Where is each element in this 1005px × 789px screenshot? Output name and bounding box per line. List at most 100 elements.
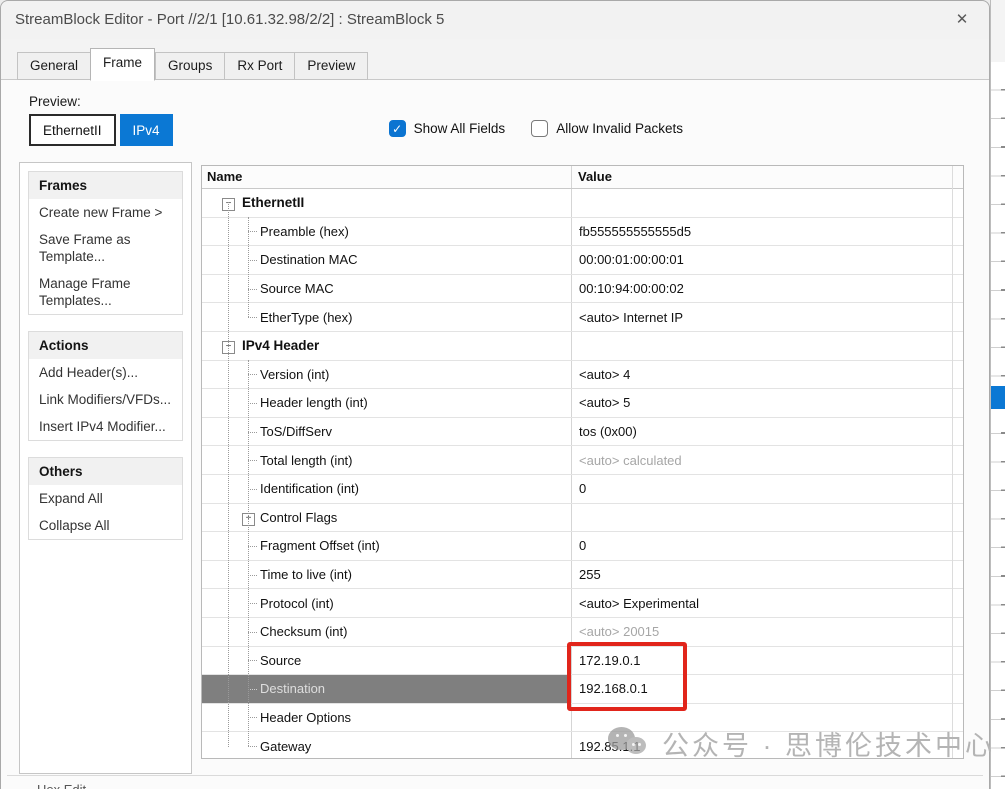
ethernetii-button[interactable]: EthernetII [29, 114, 116, 146]
field-name[interactable]: Protocol (int) [202, 589, 572, 617]
table-row[interactable]: Header length (int)<auto> 5 [202, 389, 963, 418]
sidebar-item-insert-ipv4-modifier[interactable]: Insert IPv4 Modifier... [29, 413, 182, 440]
field-value[interactable]: 255 [572, 561, 963, 589]
sidebar-item-manage-frame-templates[interactable]: Manage Frame Templates... [29, 270, 182, 314]
field-name[interactable]: +Control Flags [202, 504, 572, 532]
field-value[interactable]: <auto> calculated [572, 446, 963, 474]
table-row[interactable]: Time to live (int)255 [202, 561, 963, 590]
field-name[interactable]: Total length (int) [202, 446, 572, 474]
tab-frame[interactable]: Frame [90, 48, 155, 81]
close-icon[interactable]: ✕ [951, 9, 973, 31]
show-all-fields-checkbox[interactable]: ✓ [389, 120, 406, 137]
allow-invalid-packets-option[interactable]: ✓ Allow Invalid Packets [531, 120, 683, 137]
field-name[interactable]: Source MAC [202, 275, 572, 303]
tab-general[interactable]: General [17, 52, 90, 80]
field-name[interactable]: −IPv4 Header [202, 332, 572, 360]
table-row[interactable]: ToS/DiffServtos (0x00) [202, 418, 963, 447]
sidebar: Frames Create new Frame > Save Frame as … [19, 162, 192, 774]
others-section: Others Expand All Collapse All [28, 457, 183, 540]
watermark: 公众号 · 思博伦技术中心 [608, 724, 995, 763]
field-value[interactable]: <auto> Internet IP [572, 303, 963, 331]
table-row[interactable]: Identification (int)0 [202, 475, 963, 504]
table-row[interactable]: +Control Flags [202, 504, 963, 533]
wechat-icon [608, 725, 650, 763]
field-name[interactable]: EtherType (hex) [202, 303, 572, 331]
table-row[interactable]: −IPv4 Header [202, 332, 963, 361]
background-window-strip [990, 0, 1005, 789]
field-value[interactable]: tos (0x00) [572, 418, 963, 446]
field-value[interactable] [572, 504, 963, 532]
sidebar-item-link-modifiers-vfds[interactable]: Link Modifiers/VFDs... [29, 386, 182, 413]
field-name[interactable]: Destination [202, 675, 572, 703]
actions-section-title: Actions [29, 332, 182, 359]
field-name[interactable]: Preamble (hex) [202, 218, 572, 246]
tree-line [228, 202, 229, 747]
screen: StreamBlock Editor - Port //2/1 [10.61.3… [0, 0, 1005, 789]
table-row[interactable]: Destination MAC00:00:01:00:00:01 [202, 246, 963, 275]
background-selected-row [991, 386, 1005, 409]
show-all-fields-label: Show All Fields [414, 121, 506, 136]
tab-rx-port[interactable]: Rx Port [224, 52, 294, 80]
field-value[interactable]: 00:10:94:00:00:02 [572, 275, 963, 303]
protocol-buttons: EthernetII IPv4 [29, 114, 173, 146]
tree-line [248, 217, 249, 317]
field-name[interactable]: Version (int) [202, 361, 572, 389]
streamblock-editor-dialog: StreamBlock Editor - Port //2/1 [10.61.3… [0, 0, 990, 789]
field-name[interactable]: Checksum (int) [202, 618, 572, 646]
field-name[interactable]: Source [202, 647, 572, 675]
field-value[interactable]: 0 [572, 532, 963, 560]
window-title: StreamBlock Editor - Port //2/1 [10.61.3… [15, 11, 444, 28]
table-row[interactable]: Total length (int)<auto> calculated [202, 446, 963, 475]
table-row[interactable]: EtherType (hex)<auto> Internet IP [202, 303, 963, 332]
tab-groups[interactable]: Groups [155, 52, 224, 80]
field-value[interactable]: 00:00:01:00:00:01 [572, 246, 963, 274]
sidebar-item-collapse-all[interactable]: Collapse All [29, 512, 182, 539]
sidebar-item-create-new-frame[interactable]: Create new Frame > [29, 199, 182, 226]
table-row[interactable]: Protocol (int)<auto> Experimental [202, 589, 963, 618]
field-value[interactable] [572, 332, 963, 360]
ipv4-button[interactable]: IPv4 [120, 114, 173, 146]
column-header-name[interactable]: Name [202, 166, 572, 188]
field-name[interactable]: Identification (int) [202, 475, 572, 503]
sidebar-item-save-frame-as-template[interactable]: Save Frame as Template... [29, 226, 182, 270]
allow-invalid-packets-checkbox[interactable]: ✓ [531, 120, 548, 137]
table-row[interactable]: Fragment Offset (int)0 [202, 532, 963, 561]
options-row: ✓ Show All Fields ✓ Allow Invalid Packet… [389, 120, 683, 137]
tab-preview[interactable]: Preview [294, 52, 368, 80]
field-name[interactable]: Time to live (int) [202, 561, 572, 589]
tab-bar: General Frame Groups Rx Port Preview [17, 53, 368, 80]
others-section-title: Others [29, 458, 182, 485]
field-name[interactable]: Destination MAC [202, 246, 572, 274]
actions-section: Actions Add Header(s)... Link Modifiers/… [28, 331, 183, 441]
frame-tab-content: Preview: EthernetII IPv4 ✓ Show All Fiel… [1, 79, 989, 789]
field-value[interactable]: fb555555555555d5 [572, 218, 963, 246]
field-name[interactable]: Header Options [202, 704, 572, 732]
allow-invalid-packets-label: Allow Invalid Packets [556, 121, 683, 136]
frames-section-title: Frames [29, 172, 182, 199]
field-name[interactable]: Header length (int) [202, 389, 572, 417]
table-header: Name Value [202, 166, 963, 189]
frames-section: Frames Create new Frame > Save Frame as … [28, 171, 183, 315]
show-all-fields-option[interactable]: ✓ Show All Fields [389, 120, 506, 137]
field-value[interactable]: <auto> Experimental [572, 589, 963, 617]
table-row[interactable]: Preamble (hex)fb555555555555d5 [202, 218, 963, 247]
field-name[interactable]: Fragment Offset (int) [202, 532, 572, 560]
column-header-value[interactable]: Value [572, 166, 963, 188]
field-name[interactable]: −EthernetII [202, 189, 572, 217]
tree-line [248, 360, 249, 746]
table-row[interactable]: Version (int)<auto> 4 [202, 361, 963, 390]
field-value[interactable]: 0 [572, 475, 963, 503]
title-bar[interactable]: StreamBlock Editor - Port //2/1 [10.61.3… [1, 1, 989, 39]
field-value[interactable]: <auto> 5 [572, 389, 963, 417]
annotation-red-box [567, 642, 687, 711]
field-name[interactable]: Gateway [202, 732, 572, 759]
background-row-ticks [1001, 62, 1005, 789]
sidebar-item-add-headers[interactable]: Add Header(s)... [29, 359, 182, 386]
preview-label: Preview: [29, 94, 81, 109]
sidebar-item-expand-all[interactable]: Expand All [29, 485, 182, 512]
field-value[interactable]: <auto> 4 [572, 361, 963, 389]
field-value[interactable] [572, 189, 963, 217]
table-row[interactable]: −EthernetII [202, 189, 963, 218]
field-name[interactable]: ToS/DiffServ [202, 418, 572, 446]
table-row[interactable]: Source MAC00:10:94:00:00:02 [202, 275, 963, 304]
